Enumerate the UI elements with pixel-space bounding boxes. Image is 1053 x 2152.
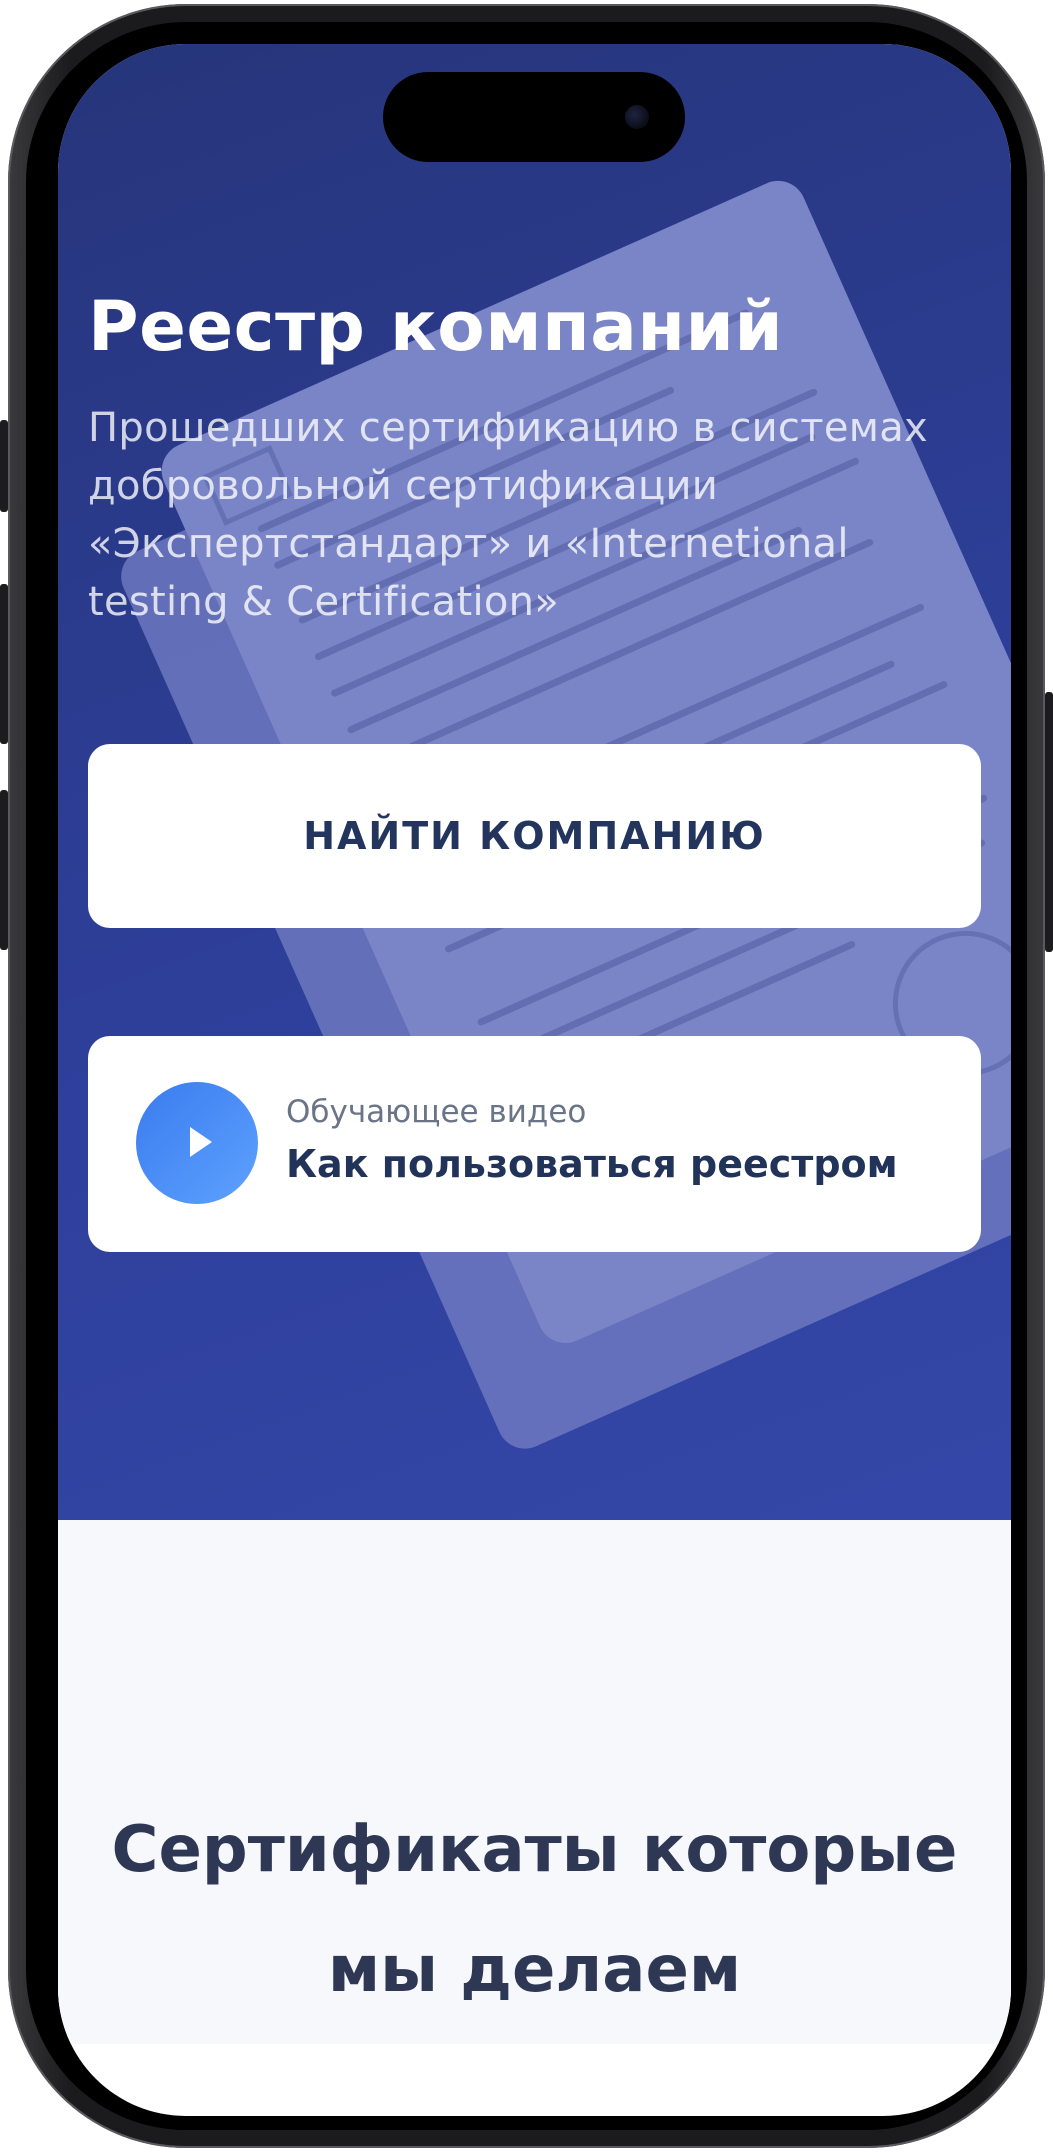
phone-frame: Реестр компаний Прошедших сертификацию в… (8, 4, 1045, 2148)
volume-down-button (0, 790, 8, 950)
find-company-button[interactable]: НАЙТИ КОМПАНИЮ (88, 744, 981, 928)
tutorial-video-card[interactable]: Обучающее видео Как пользоваться реестро… (88, 1036, 981, 1252)
play-button[interactable] (136, 1082, 258, 1204)
certificates-heading: Сертификаты которые мы делаем (111, 1813, 958, 2007)
video-title: Как пользоваться реестром (286, 1142, 898, 1186)
action-button (0, 420, 8, 512)
play-icon (190, 1127, 212, 1157)
certificates-section: Сертификаты которые мы делаем (58, 1520, 1011, 2044)
video-subtitle: Обучающее видео (286, 1094, 587, 1130)
camera-icon (625, 105, 649, 129)
hero-section: Реестр компаний Прошедших сертификацию в… (58, 44, 1011, 1520)
phone-screen: Реестр компаний Прошедших сертификацию в… (58, 44, 1011, 2116)
volume-up-button (0, 584, 8, 744)
dynamic-island (383, 72, 685, 162)
power-button (1045, 692, 1053, 952)
page-title: Реестр компаний (88, 287, 784, 367)
page-subtitle: Прошедших сертификацию в системах добров… (88, 405, 928, 625)
